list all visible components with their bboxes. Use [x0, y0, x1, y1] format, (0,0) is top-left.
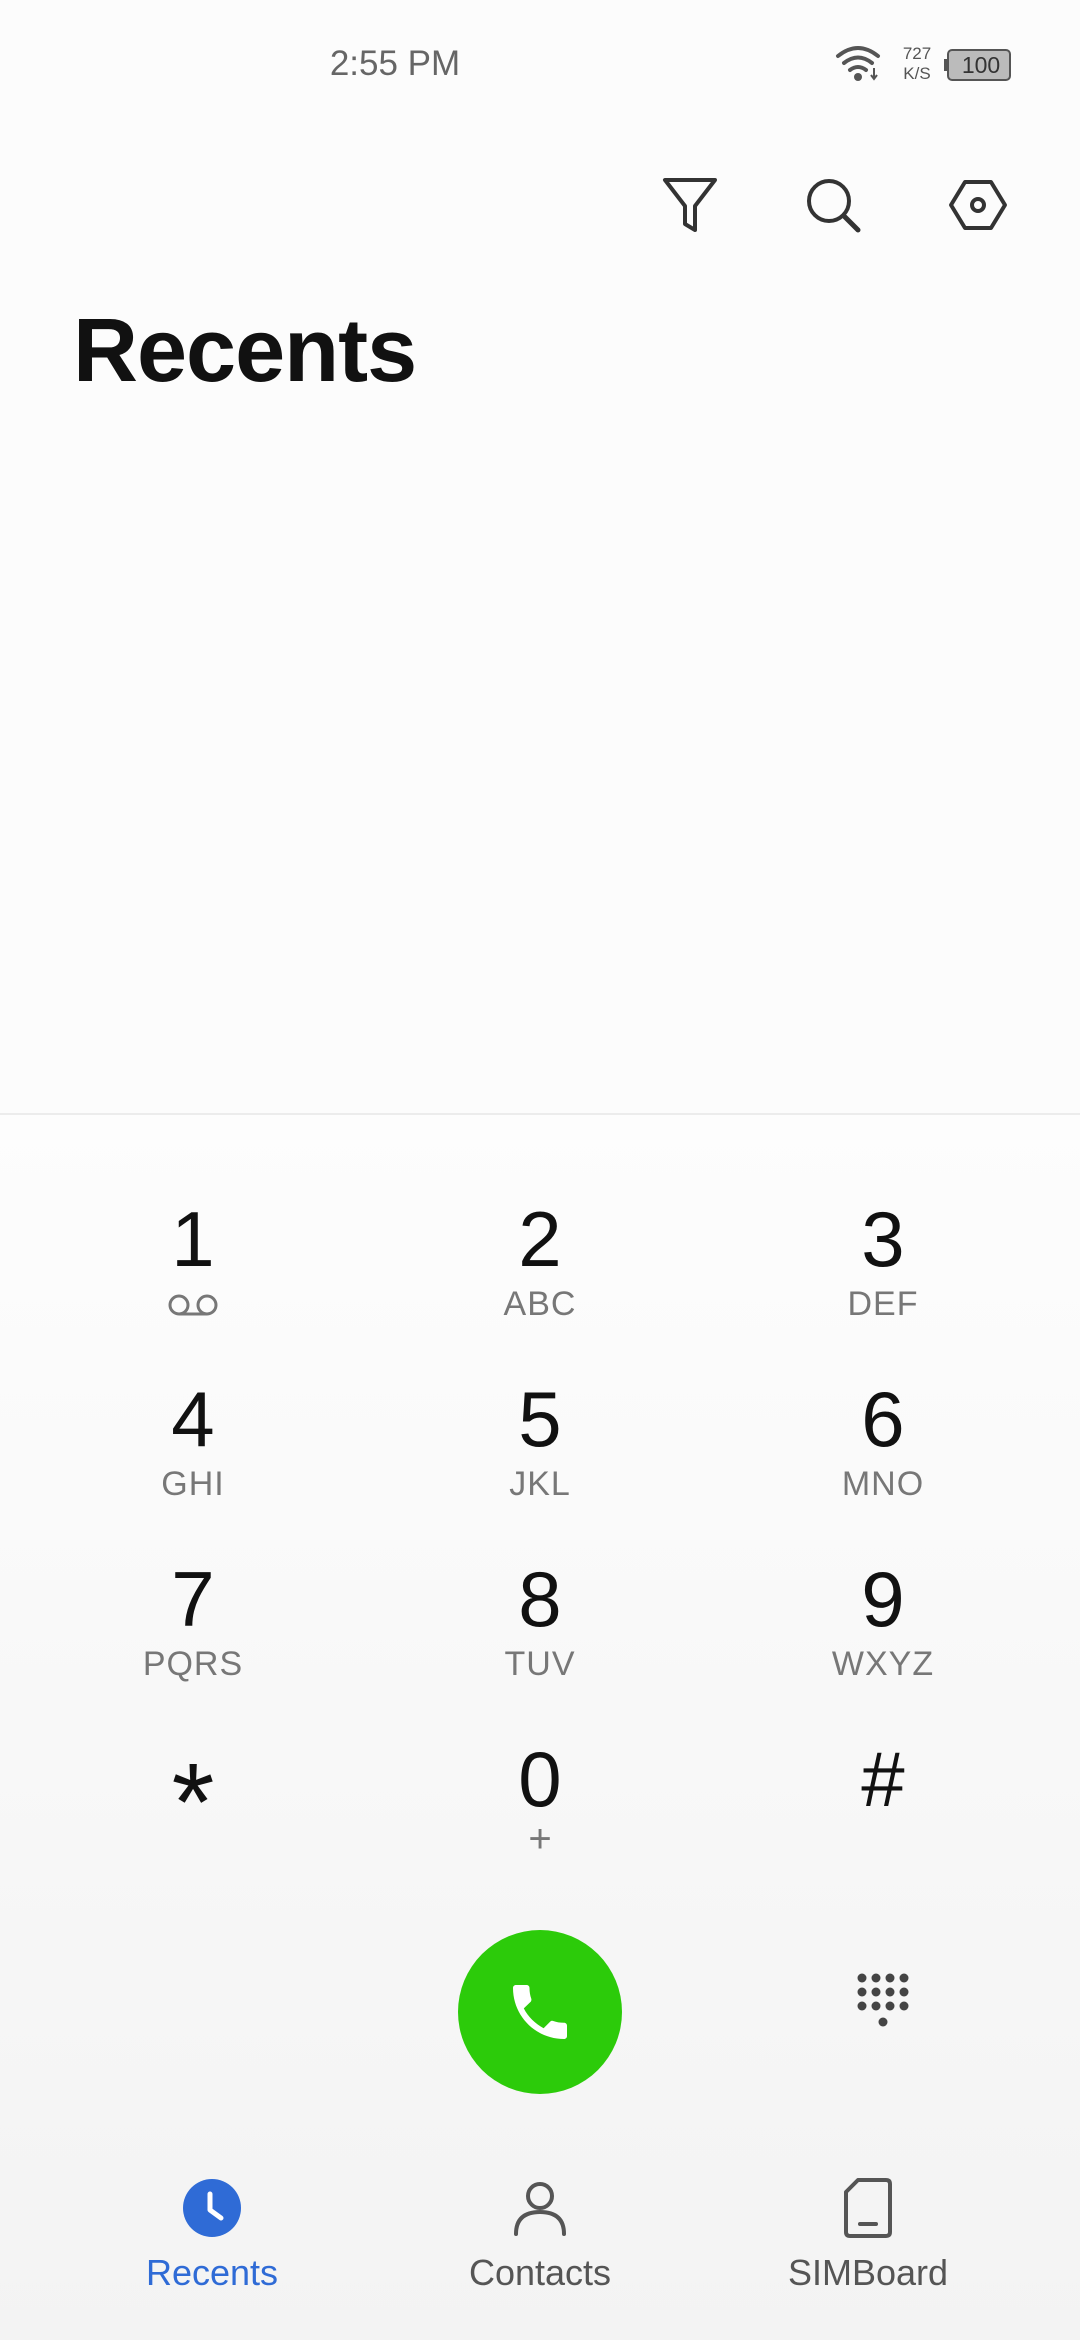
key-digit: 7: [171, 1555, 215, 1643]
filter-button[interactable]: [650, 165, 730, 245]
call-button[interactable]: [458, 1930, 622, 2094]
search-icon: [807, 179, 861, 233]
nav-label: Recents: [145, 2252, 279, 2293]
search-button[interactable]: [793, 165, 873, 245]
bottom-nav: Recents Contacts SIMBoard: [0, 2160, 1080, 2340]
key-letters: JKL: [509, 1465, 571, 1503]
key-digit: 4: [171, 1375, 215, 1463]
dialpad-key-8[interactable]: 8 TUV: [390, 1543, 690, 1703]
key-digit: *: [171, 1741, 215, 1864]
dialpad-key-1[interactable]: 1: [43, 1183, 343, 1343]
dialpad-key-0[interactable]: 0 +: [390, 1723, 690, 1883]
key-letters: TUV: [504, 1645, 576, 1683]
battery-level: 100: [961, 52, 1001, 78]
key-digit: 6: [861, 1375, 905, 1463]
nav-item-recents[interactable]: Recents: [92, 2160, 332, 2310]
phone-dialer-screen: 2:55 PM 727 K/S 100 Recents 1 2 ABC 3 DE…: [0, 0, 1080, 2340]
dialpad-key-5[interactable]: 5 JKL: [390, 1363, 690, 1523]
person-icon: [514, 2182, 566, 2236]
filter-icon: [663, 178, 717, 232]
key-digit: 2: [518, 1195, 562, 1283]
key-digit: 0: [518, 1735, 562, 1823]
nav-item-contacts[interactable]: Contacts: [420, 2160, 660, 2310]
dialpad-key-3[interactable]: 3 DEF: [733, 1183, 1033, 1343]
dialpad-toggle-button[interactable]: [842, 1965, 922, 2045]
phone-icon: [513, 1985, 567, 2039]
network-speed-value: 727: [902, 44, 932, 63]
key-digit: 8: [518, 1555, 562, 1643]
status-bar: 2:55 PM 727 K/S 100: [0, 0, 1080, 130]
page-title: Recents: [73, 301, 417, 401]
key-digit: 5: [518, 1375, 562, 1463]
nav-item-simboard[interactable]: SIMBoard: [748, 2160, 988, 2310]
wifi-icon: [836, 46, 880, 81]
toolbar: [0, 165, 1080, 245]
dialpad-key-9[interactable]: 9 WXYZ: [733, 1543, 1033, 1703]
clock-icon: [183, 2179, 241, 2237]
key-digit: #: [861, 1735, 905, 1823]
key-letters: +: [528, 1817, 552, 1861]
nav-label: Contacts: [468, 2252, 612, 2293]
key-letters: WXYZ: [831, 1645, 935, 1683]
network-speed-unit: K/S: [903, 64, 931, 83]
dialpad-icon: [857, 1973, 909, 2027]
dialpad-key-6[interactable]: 6 MNO: [733, 1363, 1033, 1523]
dialpad-key-4[interactable]: 4 GHI: [43, 1363, 343, 1523]
dialpad-key-hash[interactable]: #: [733, 1723, 1033, 1883]
key-letters: GHI: [161, 1465, 225, 1503]
key-letters: DEF: [847, 1285, 919, 1323]
sim-card-icon: [844, 2178, 892, 2238]
dialpad-key-7[interactable]: 7 PQRS: [43, 1543, 343, 1703]
dialpad-key-star[interactable]: *: [43, 1723, 343, 1883]
settings-icon: [949, 180, 1007, 230]
network-speed: 727 K/S: [892, 44, 942, 84]
key-letters: MNO: [841, 1465, 925, 1503]
nav-label: SIMBoard: [787, 2252, 949, 2293]
key-letters: ABC: [503, 1285, 577, 1323]
status-time: 2:55 PM: [329, 44, 461, 83]
key-letters: PQRS: [142, 1645, 244, 1683]
voicemail-icon: [168, 1294, 218, 1316]
key-digit: 3: [861, 1195, 905, 1283]
key-digit: 1: [171, 1195, 215, 1283]
settings-button[interactable]: [938, 165, 1018, 245]
dialpad-key-2[interactable]: 2 ABC: [390, 1183, 690, 1343]
key-digit: 9: [861, 1555, 905, 1643]
